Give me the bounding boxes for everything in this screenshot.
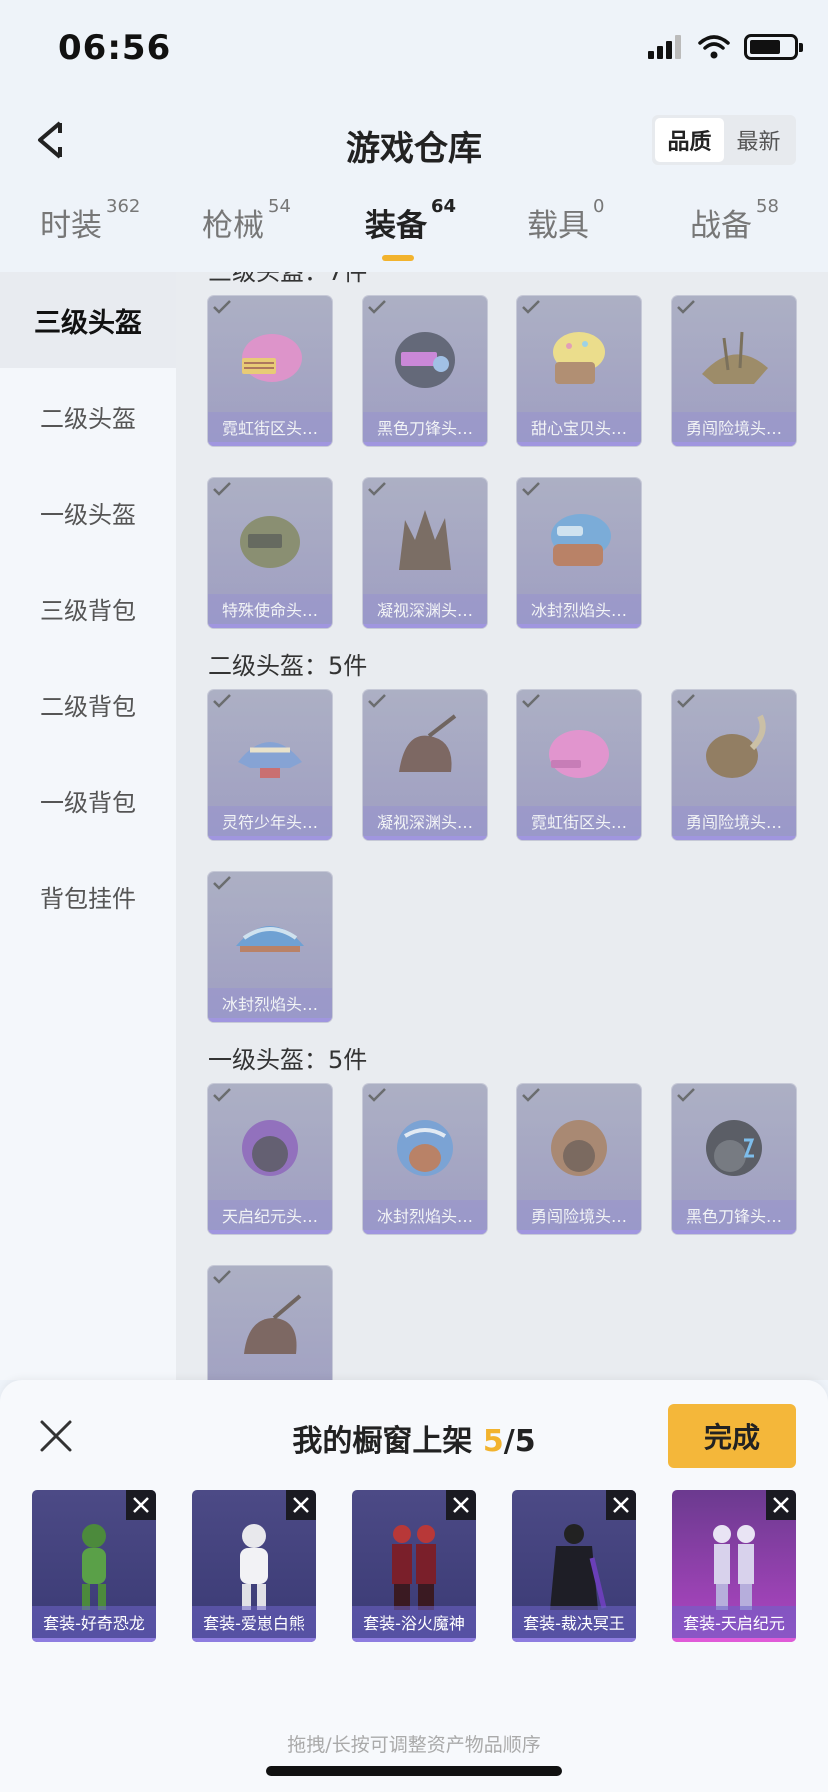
item-grid: 三级头盔：7件 霓虹街区头… 黑色刀锋头… 甜心宝贝头… 勇闯险境头… 特殊使命… xyxy=(176,272,828,1380)
section-label-level3: 三级头盔：7件 xyxy=(208,272,368,286)
showcase-item[interactable]: 套装-浴火魔神 xyxy=(352,1490,476,1642)
sort-toggle: 品质 最新 xyxy=(652,115,796,165)
active-tab-indicator xyxy=(382,255,414,261)
remove-item-button[interactable] xyxy=(446,1490,476,1520)
sidebar-item-level2-helmet[interactable]: 二级头盔 xyxy=(0,368,176,464)
content-area[interactable]: 三级头盔 二级头盔 一级头盔 三级背包 二级背包 一级背包 背包挂件 三级头盔：… xyxy=(0,272,828,1380)
sidebar-item-level3-backpack[interactable]: 三级背包 xyxy=(0,560,176,656)
close-icon xyxy=(773,1497,789,1513)
outfit-icon xyxy=(713,1525,755,1610)
showcase-item-name: 套装-浴火魔神 xyxy=(352,1606,476,1638)
showcase-item[interactable]: 套装-天启纪元 xyxy=(672,1490,796,1642)
remove-item-button[interactable] xyxy=(286,1490,316,1520)
showcase-item[interactable]: 套装-爱崽白熊 xyxy=(192,1490,316,1642)
outfit-icon xyxy=(550,1524,607,1610)
showcase-item[interactable]: 套装-裁决冥王 xyxy=(512,1490,636,1642)
battery-icon xyxy=(744,34,803,60)
sidebar-item-level2-backpack[interactable]: 二级背包 xyxy=(0,656,176,752)
outfit-icon xyxy=(240,1524,268,1610)
sidebar-item-level1-backpack[interactable]: 一级背包 xyxy=(0,752,176,848)
outfit-icon xyxy=(82,1524,106,1610)
status-icons xyxy=(648,34,803,60)
signal-icon xyxy=(648,35,681,59)
item-card[interactable]: 勇闯险境头… xyxy=(517,1084,641,1234)
item-card[interactable]: 黑色刀锋头… xyxy=(363,296,487,446)
item-card[interactable]: 凝视深渊头… xyxy=(363,690,487,840)
showcase-item[interactable]: 套装-好奇恐龙 xyxy=(32,1490,156,1642)
wifi-icon xyxy=(698,35,730,59)
sort-quality-button[interactable]: 品质 xyxy=(655,118,724,162)
showcase-item-name: 套装-裁决冥王 xyxy=(512,1606,636,1638)
tab-weapons[interactable]: 枪械54 xyxy=(202,196,291,245)
item-card[interactable]: 霓虹街区头… xyxy=(208,296,332,446)
close-icon xyxy=(453,1497,469,1513)
category-tabs: 时装362 枪械54 装备64 载具0 战备58 xyxy=(0,196,828,272)
showcase-panel: 我的橱窗上架 5/5 完成 套装-好奇恐龙 套装-爱崽白熊 套装-浴火魔神 套装… xyxy=(0,1380,828,1792)
close-icon xyxy=(293,1497,309,1513)
item-card[interactable]: 凝视深渊头… xyxy=(363,478,487,628)
nav-bar: 游戏仓库 品质 最新 xyxy=(0,105,828,175)
done-button[interactable]: 完成 xyxy=(668,1404,796,1468)
showcase-item-name: 套装-好奇恐龙 xyxy=(32,1606,156,1638)
item-card[interactable]: 冰封烈焰头… xyxy=(363,1084,487,1234)
item-card[interactable]: 勇闯险境头… xyxy=(672,296,796,446)
item-card[interactable]: 特殊使命头… xyxy=(208,478,332,628)
showcase-item-name: 套装-天启纪元 xyxy=(672,1606,796,1638)
item-card[interactable] xyxy=(208,1266,332,1380)
remove-item-button[interactable] xyxy=(606,1490,636,1520)
close-icon xyxy=(133,1497,149,1513)
tab-fashion[interactable]: 时装362 xyxy=(40,196,140,245)
showcase-item-name: 套装-爱崽白熊 xyxy=(192,1606,316,1638)
reorder-hint: 拖拽/长按可调整资产物品顺序 xyxy=(287,1734,541,1756)
item-card[interactable]: 甜心宝贝头… xyxy=(517,296,641,446)
sidebar-item-level1-helmet[interactable]: 一级头盔 xyxy=(0,464,176,560)
showcase-count: 5 xyxy=(482,1424,504,1459)
tab-supplies[interactable]: 战备58 xyxy=(690,196,779,245)
category-sidebar: 三级头盔 二级头盔 一级头盔 三级背包 二级背包 一级背包 背包挂件 xyxy=(0,272,176,1380)
status-time: 06:56 xyxy=(58,28,172,68)
status-bar: 06:56 xyxy=(0,0,828,100)
tab-equipment[interactable]: 装备64 xyxy=(365,196,456,245)
item-card[interactable]: 天启纪元头… xyxy=(208,1084,332,1234)
sidebar-item-level3-helmet[interactable]: 三级头盔 xyxy=(0,272,176,368)
outfit-icon xyxy=(392,1525,436,1610)
item-card[interactable]: 霓虹街区头… xyxy=(517,690,641,840)
home-indicator[interactable] xyxy=(266,1766,562,1776)
sidebar-item-backpack-charm[interactable]: 背包挂件 xyxy=(0,848,176,944)
section-label-level1: 一级头盔：5件 xyxy=(208,1046,368,1074)
close-icon xyxy=(613,1497,629,1513)
remove-item-button[interactable] xyxy=(766,1490,796,1520)
item-card[interactable]: 冰封烈焰头… xyxy=(517,478,641,628)
item-card[interactable]: 勇闯险境头… xyxy=(672,690,796,840)
item-card[interactable]: 黑色刀锋头… xyxy=(672,1084,796,1234)
sort-newest-button[interactable]: 最新 xyxy=(724,118,793,162)
section-label-level2: 二级头盔：5件 xyxy=(208,652,368,680)
showcase-total: /5 xyxy=(503,1424,536,1459)
remove-item-button[interactable] xyxy=(126,1490,156,1520)
item-card[interactable]: 冰封烈焰头… xyxy=(208,872,332,1022)
item-card[interactable]: 灵符少年头… xyxy=(208,690,332,840)
tab-vehicles[interactable]: 载具0 xyxy=(527,196,604,245)
